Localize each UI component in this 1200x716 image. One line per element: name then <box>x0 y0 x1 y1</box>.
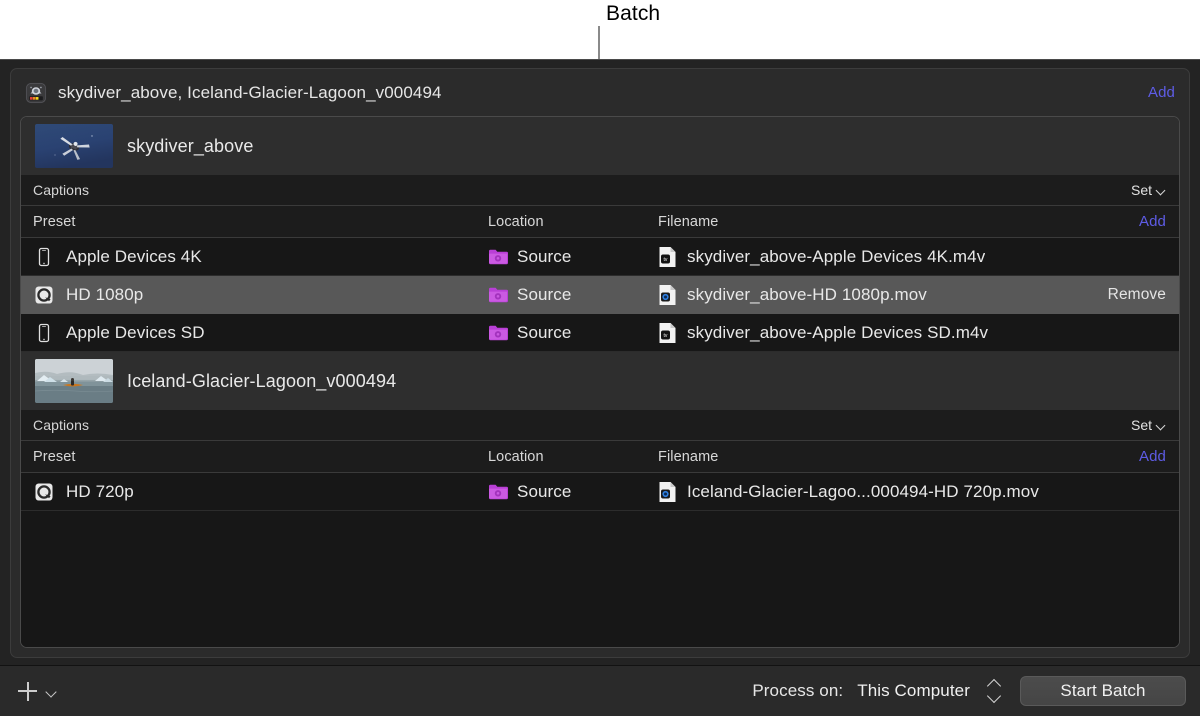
preset-name: HD 720p <box>66 482 134 502</box>
add-file-button[interactable] <box>18 682 57 701</box>
job-add-preset-button[interactable]: Add <box>1139 213 1166 230</box>
job-iceland-glacier-lagoon: Iceland-Glacier-Lagoon_v000494 Captions … <box>21 352 1179 511</box>
column-headers: Preset Location Filename Add <box>21 206 1179 238</box>
start-batch-button[interactable]: Start Batch <box>1020 676 1186 706</box>
quicktime-preset-icon <box>33 481 55 503</box>
location-name: Source <box>517 323 571 343</box>
svg-text:tv: tv <box>664 332 668 338</box>
compressor-app-icon <box>25 82 47 104</box>
column-header-preset: Preset <box>33 449 488 465</box>
job-header[interactable]: Iceland-Glacier-Lagoon_v000494 <box>21 352 1179 410</box>
column-headers: Preset Location Filename Add <box>21 441 1179 473</box>
captions-row: Captions Set <box>21 175 1179 206</box>
cell-preset: Apple Devices 4K <box>33 246 488 268</box>
captions-set-button[interactable]: Set <box>1131 182 1166 198</box>
purple-folder-icon <box>488 286 508 303</box>
quicktime-preset-icon <box>33 284 55 306</box>
column-header-location: Location <box>488 214 658 230</box>
chevron-down-icon <box>1157 422 1166 428</box>
svg-text:tv: tv <box>664 256 668 262</box>
captions-set-label: Set <box>1131 417 1152 433</box>
batch-title: skydiver_above, Iceland-Glacier-Lagoon_v… <box>58 83 1148 103</box>
column-header-filename: Filename <box>658 214 1139 230</box>
location-name: Source <box>517 285 571 305</box>
column-header-filename: Filename <box>658 449 1139 465</box>
purple-folder-icon <box>488 483 508 500</box>
captions-set-button[interactable]: Set <box>1131 417 1166 433</box>
batch-card: skydiver_above, Iceland-Glacier-Lagoon_v… <box>10 68 1190 658</box>
table-row[interactable]: Apple Devices SD Source <box>21 314 1179 352</box>
filename-text: Iceland-Glacier-Lagoo...000494-HD 720p.m… <box>687 482 1039 502</box>
cell-location: Source <box>488 323 658 343</box>
mov-document-icon <box>658 481 677 503</box>
batch-area: skydiver_above, Iceland-Glacier-Lagoon_v… <box>0 60 1200 665</box>
process-on-value[interactable]: This Computer <box>857 681 970 701</box>
remove-button[interactable]: Remove <box>1092 286 1166 304</box>
process-controls: Process on: This Computer Start Batch <box>752 676 1186 706</box>
callout-annotation: Batch <box>0 0 1200 60</box>
job-skydiver-above: skydiver_above Captions Set Preset Locat… <box>21 117 1179 352</box>
cell-preset: Apple Devices SD <box>33 322 488 344</box>
preset-name: Apple Devices SD <box>66 323 205 343</box>
cell-filename: tv skydiver_above-Apple Devices 4K.m4v <box>658 246 1166 268</box>
column-header-preset: Preset <box>33 214 488 230</box>
chevron-down-icon <box>46 688 57 695</box>
skydiver-thumbnail <box>35 124 113 168</box>
purple-folder-icon <box>488 324 508 341</box>
cell-preset: HD 720p <box>33 481 488 503</box>
jobs-list: skydiver_above Captions Set Preset Locat… <box>20 116 1180 648</box>
callout-label: Batch <box>606 2 660 26</box>
bottom-toolbar: Process on: This Computer Start Batch <box>0 665 1200 716</box>
batch-add-button[interactable]: Add <box>1148 84 1175 101</box>
captions-row: Captions Set <box>21 410 1179 441</box>
filename-text: skydiver_above-HD 1080p.mov <box>687 285 927 305</box>
chevron-down-icon <box>1157 187 1166 193</box>
cell-filename: tv skydiver_above-Apple Devices SD.m4v <box>658 322 1166 344</box>
process-on-label: Process on: <box>752 681 843 701</box>
cell-location: Source <box>488 285 658 305</box>
glacier-lagoon-thumbnail <box>35 359 113 403</box>
filename-text: skydiver_above-Apple Devices SD.m4v <box>687 323 988 343</box>
captions-set-label: Set <box>1131 182 1152 198</box>
cell-filename: skydiver_above-HD 1080p.mov Remove <box>658 284 1166 306</box>
column-header-location: Location <box>488 449 658 465</box>
m4v-document-icon: tv <box>658 246 677 268</box>
jobs-empty-space <box>21 511 1179 647</box>
cell-location: Source <box>488 482 658 502</box>
captions-label: Captions <box>33 182 1131 198</box>
table-row[interactable]: Apple Devices 4K Source <box>21 238 1179 276</box>
process-on-stepper[interactable] <box>986 678 1002 704</box>
plus-icon <box>18 682 37 701</box>
location-name: Source <box>517 247 571 267</box>
job-name: Iceland-Glacier-Lagoon_v000494 <box>127 371 396 392</box>
mov-document-icon <box>658 284 677 306</box>
job-add-preset-button[interactable]: Add <box>1139 448 1166 465</box>
filename-text: skydiver_above-Apple Devices 4K.m4v <box>687 247 985 267</box>
cell-preset: HD 1080p <box>33 284 488 306</box>
batch-header: skydiver_above, Iceland-Glacier-Lagoon_v… <box>11 69 1189 116</box>
captions-label: Captions <box>33 417 1131 433</box>
table-row[interactable]: HD 720p Source <box>21 473 1179 511</box>
iphone-icon <box>33 246 55 268</box>
cell-filename: Iceland-Glacier-Lagoo...000494-HD 720p.m… <box>658 481 1166 503</box>
job-name: skydiver_above <box>127 136 253 157</box>
m4v-document-icon: tv <box>658 322 677 344</box>
cell-location: Source <box>488 247 658 267</box>
compressor-batch-window: skydiver_above, Iceland-Glacier-Lagoon_v… <box>0 59 1200 716</box>
iphone-icon <box>33 322 55 344</box>
preset-name: Apple Devices 4K <box>66 247 202 267</box>
location-name: Source <box>517 482 571 502</box>
purple-folder-icon <box>488 248 508 265</box>
preset-name: HD 1080p <box>66 285 143 305</box>
table-row[interactable]: HD 1080p Source <box>21 276 1179 314</box>
job-header[interactable]: skydiver_above <box>21 117 1179 175</box>
